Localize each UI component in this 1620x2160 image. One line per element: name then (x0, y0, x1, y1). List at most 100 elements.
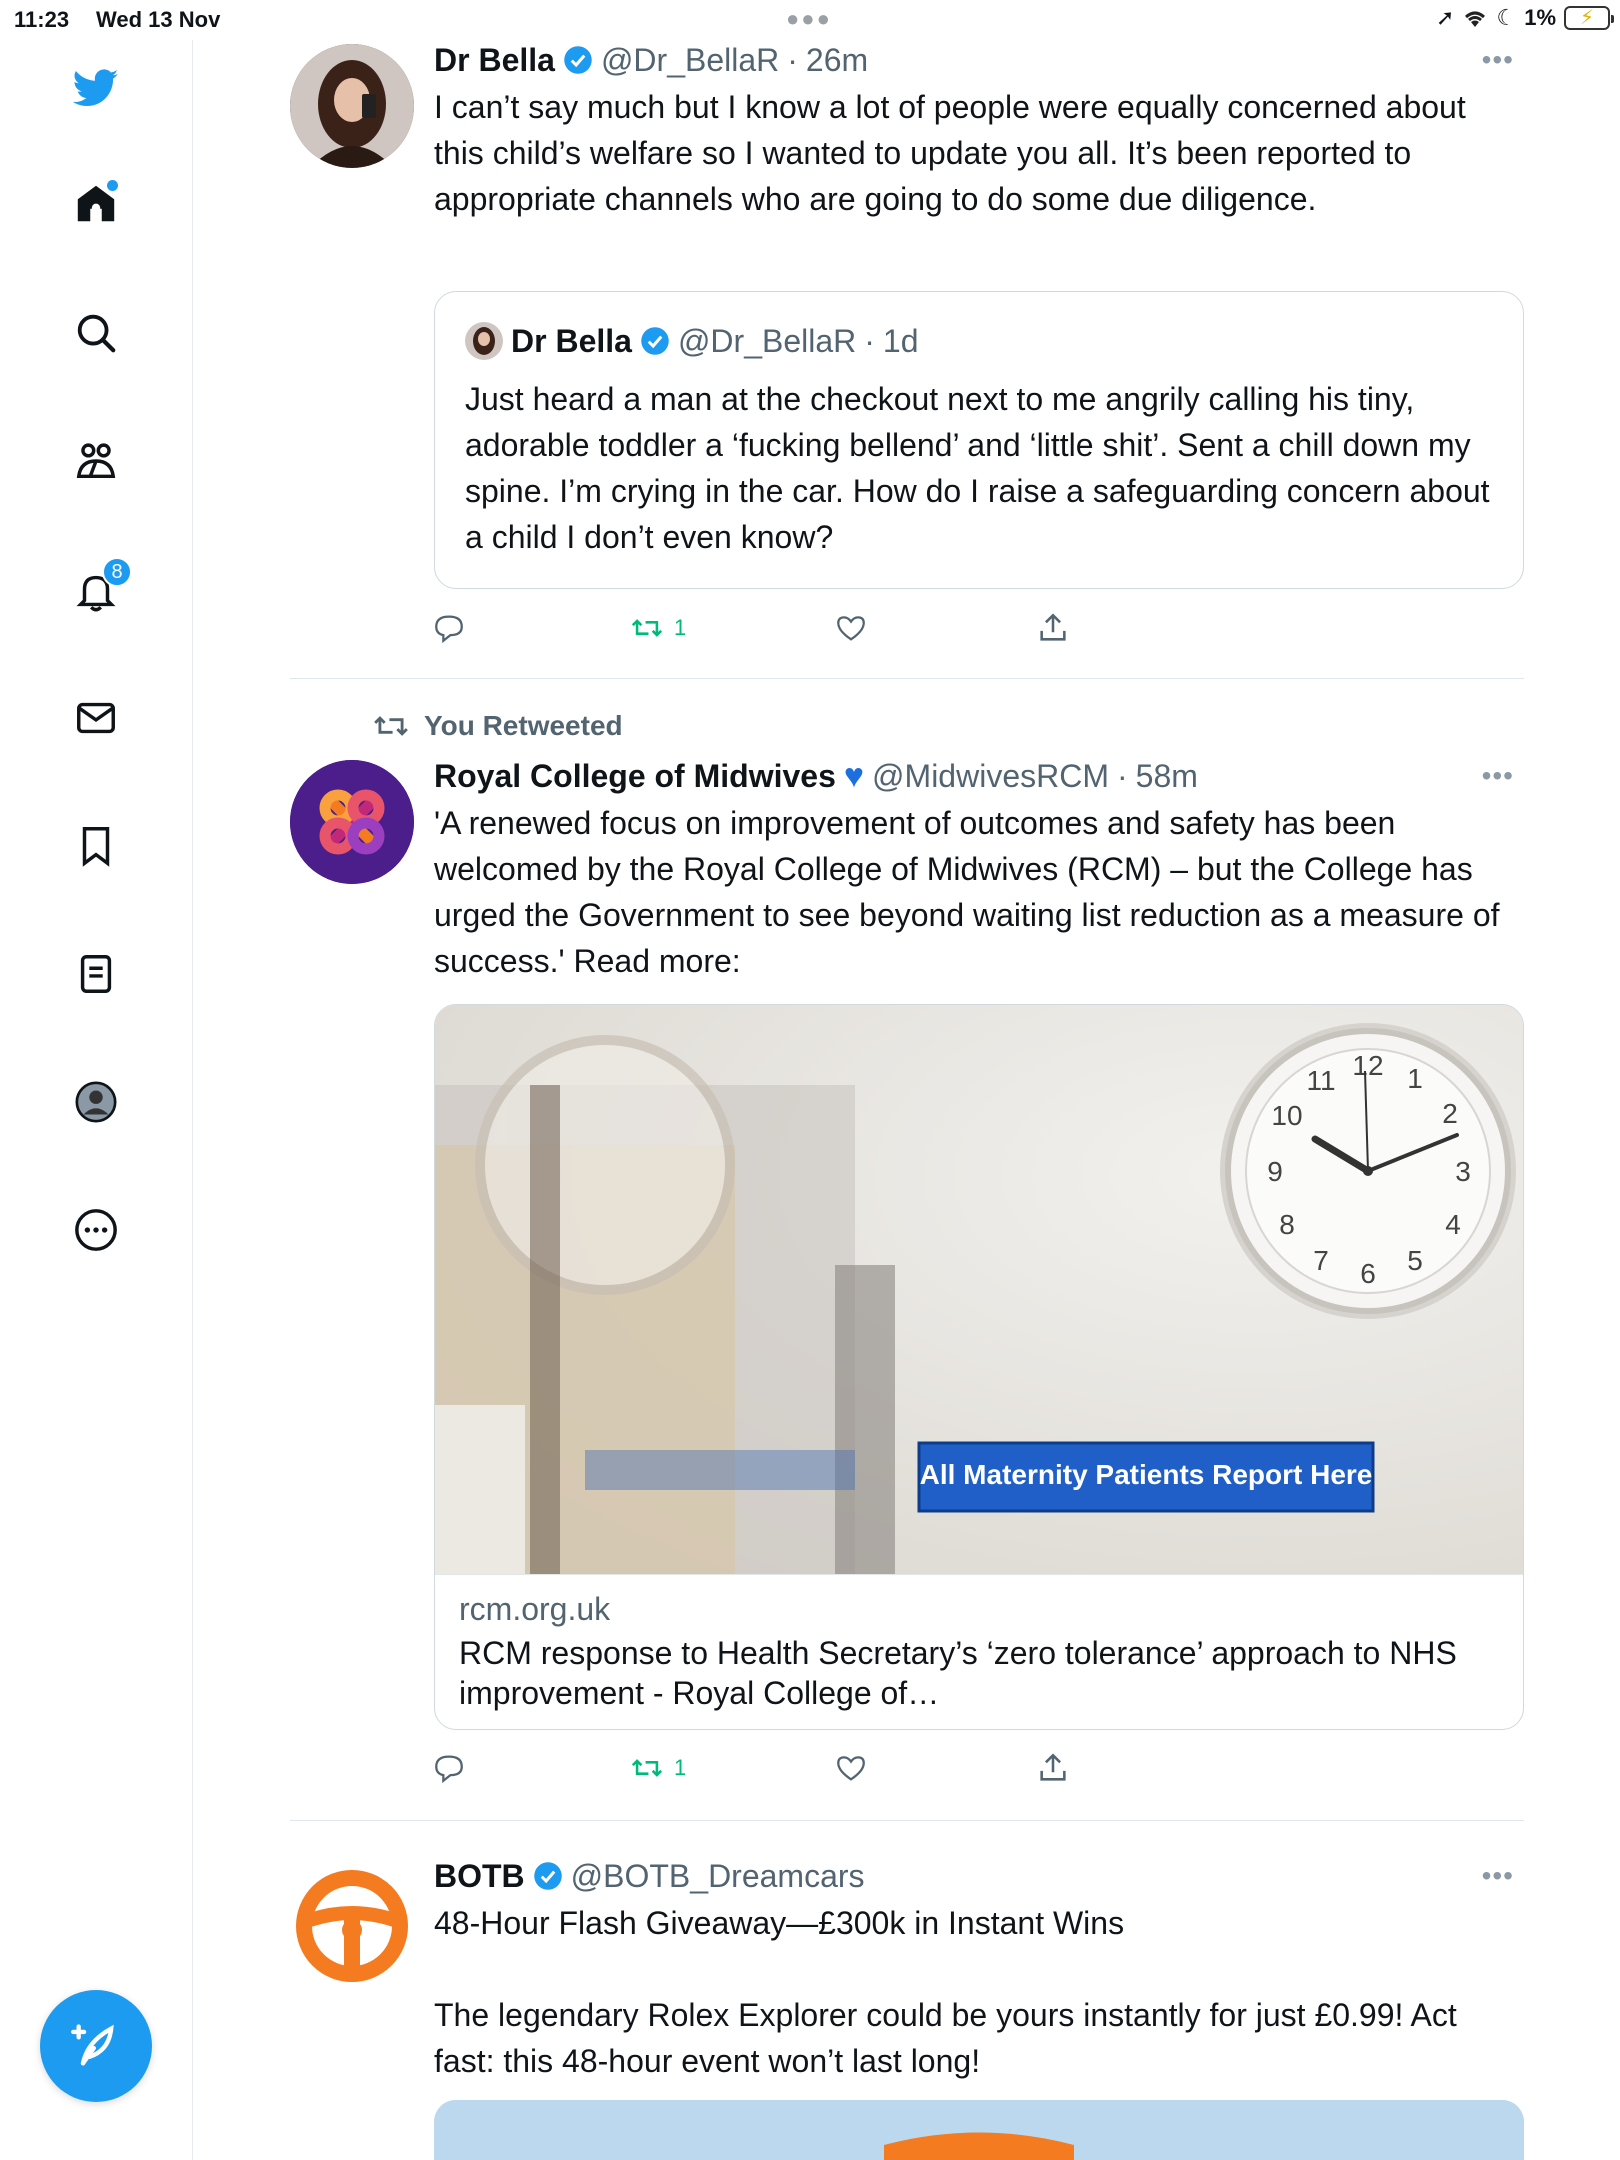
more-options-icon[interactable]: ••• (1482, 1860, 1514, 1892)
sidebar: 8 (0, 40, 193, 2160)
share-icon (1040, 1753, 1066, 1781)
retweet-count: 1 (674, 1755, 687, 1780)
messages-icon[interactable] (68, 690, 124, 746)
reply-button[interactable] (432, 1751, 466, 1785)
svg-text:7: 7 (1313, 1245, 1329, 1276)
author-name[interactable]: Royal College of Midwives (434, 758, 836, 795)
verified-badge-icon (533, 1862, 562, 1890)
home-unread-dot (107, 180, 118, 191)
avatar[interactable] (290, 1864, 414, 1988)
quoted-tweet-header: Dr Bella @Dr_BellaR · 1d (465, 322, 919, 360)
tweet[interactable]: Royal College of Midwives ♥ @MidwivesRCM… (290, 756, 1524, 1836)
location-icon: ➚ (1436, 5, 1455, 30)
tweet-time[interactable]: 58m (1136, 758, 1198, 795)
retweet-icon (631, 619, 663, 637)
tweet-divider (290, 678, 1524, 679)
separator-dot: · (1116, 757, 1128, 794)
link-domain: rcm.org.uk (459, 1591, 611, 1627)
svg-text:11: 11 (1306, 1065, 1335, 1096)
home-icon[interactable] (68, 176, 124, 232)
svg-text:4: 4 (1445, 1209, 1461, 1240)
heart-icon (837, 616, 865, 641)
author-name[interactable]: Dr Bella (434, 42, 555, 79)
retweet-label-text[interactable]: You Retweeted (424, 710, 623, 742)
more-options-icon[interactable]: ••• (1482, 760, 1514, 792)
tweet-text: 'A renewed focus on improvement of outco… (434, 805, 1509, 979)
like-button[interactable] (834, 611, 868, 645)
reply-icon (435, 615, 463, 644)
quoted-author-handle: @Dr_BellaR (677, 322, 857, 359)
svg-text:12: 12 (1352, 1050, 1383, 1081)
maternity-sign-text: All Maternity Patients Report Here (919, 1459, 1373, 1490)
quoted-tweet[interactable]: Dr Bella @Dr_BellaR · 1d Just heard a ma… (434, 291, 1524, 589)
svg-text:10: 10 (1271, 1100, 1302, 1131)
verified-badge-icon (641, 327, 669, 355)
reply-button[interactable] (432, 611, 466, 645)
author-handle[interactable]: @BOTB_Dreamcars (571, 1858, 865, 1895)
link-card[interactable]: 12 1 2 345 678 9 10 11 All Maternity Patient… (434, 1004, 1524, 1730)
tweet-header: Dr Bella @Dr_BellaR · 26m (434, 40, 1524, 80)
moon-icon: ☾ (1496, 5, 1517, 30)
tweet-time[interactable]: 26m (806, 42, 868, 79)
svg-text:6: 6 (1360, 1258, 1376, 1289)
quoted-avatar (465, 322, 503, 360)
separator-dot: · (864, 322, 875, 359)
battery-percent: 1% (1524, 5, 1556, 30)
svg-text:9: 9 (1267, 1156, 1283, 1187)
multitask-dots[interactable]: ●●● (786, 6, 832, 32)
retweet-button[interactable]: 1 (630, 611, 686, 645)
notifications-badge: 8 (102, 557, 132, 587)
svg-text:1: 1 (1407, 1063, 1423, 1094)
more-options-icon[interactable]: ••• (1482, 44, 1514, 76)
quoted-tweet-time: 1d (882, 322, 919, 359)
notifications-icon[interactable]: 8 (68, 557, 132, 619)
search-icon[interactable] (68, 305, 124, 361)
tweet[interactable]: BOTB @BOTB_Dreamcars ••• 48-Hour Flash G… (290, 1856, 1524, 2160)
communities-icon[interactable] (68, 433, 124, 489)
lists-icon[interactable] (68, 946, 124, 1002)
share-button[interactable] (1036, 611, 1070, 645)
svg-text:8: 8 (1279, 1209, 1295, 1240)
svg-text:3: 3 (1455, 1156, 1471, 1187)
tweet-header: Royal College of Midwives ♥ @MidwivesRCM… (434, 756, 1524, 796)
retweet-label: You Retweeted (372, 707, 623, 745)
wifi-icon (1465, 11, 1486, 27)
status-time: 11:23 (14, 7, 70, 32)
share-button[interactable] (1036, 1751, 1070, 1785)
twitter-logo-icon[interactable] (68, 60, 124, 116)
link-card-image: 12 1 2 345 678 9 10 11 All Maternity Patient… (435, 1005, 1523, 1574)
retweet-count: 1 (674, 615, 687, 640)
author-handle[interactable]: @MidwivesRCM (872, 758, 1109, 795)
tweet-actions: 1 (434, 608, 1094, 648)
separator-dot: · (787, 41, 798, 78)
tweet-text: 48-Hour Flash Giveaway—£300k in Instant … (434, 1905, 1457, 2079)
compose-feather-icon (71, 2024, 114, 2066)
share-icon (1040, 613, 1066, 641)
svg-text:2: 2 (1442, 1098, 1458, 1129)
like-button[interactable] (834, 1751, 868, 1785)
author-handle[interactable]: @Dr_BellaR (601, 42, 779, 79)
heart-icon (837, 1756, 865, 1781)
svg-text:5: 5 (1407, 1245, 1423, 1276)
tweet-divider (290, 1820, 1524, 1821)
profile-icon[interactable] (68, 1074, 124, 1130)
status-bar: 11:23 Wed 13 Nov ●●● ➚ ☾ 1% ⚡ (0, 0, 1620, 40)
bookmarks-icon[interactable] (68, 818, 124, 874)
tweet[interactable]: Dr Bella @Dr_BellaR · 26m ••• I can’t sa… (290, 40, 1524, 670)
more-options-icon[interactable] (68, 1202, 124, 1258)
tweet-header: BOTB @BOTB_Dreamcars (434, 1856, 1524, 1896)
reply-icon (435, 1755, 463, 1784)
retweet-button[interactable]: 1 (630, 1751, 686, 1785)
avatar[interactable] (290, 44, 414, 168)
battery-icon: ⚡ (1564, 6, 1614, 30)
author-name[interactable]: BOTB (434, 1858, 525, 1895)
link-card-meta: rcm.org.uk RCM response to Health Secret… (435, 1574, 1523, 1729)
link-title: RCM response to Health Secretary’s ‘zero… (459, 1635, 1457, 1711)
avatar[interactable] (290, 760, 414, 884)
status-indicators: ➚ ☾ 1% ⚡ (1436, 5, 1614, 31)
quoted-author-name: Dr Bella (511, 322, 632, 359)
retweet-icon (631, 1759, 663, 1777)
quoted-tweet-text: Just heard a man at the checkout next to… (465, 381, 1490, 555)
compose-tweet-button[interactable] (40, 1990, 152, 2102)
promoted-media-card[interactable] (434, 2100, 1524, 2160)
